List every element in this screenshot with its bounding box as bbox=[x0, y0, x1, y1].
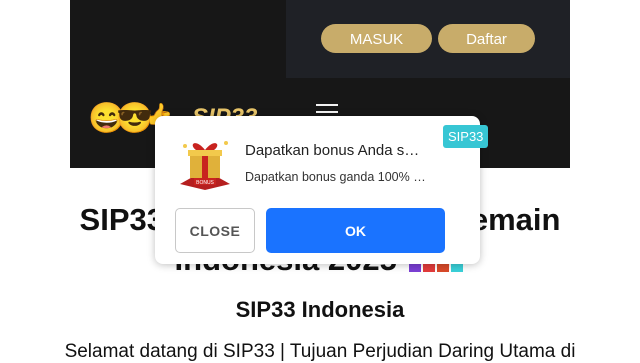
notification-body: Dapatkan bonus ganda 100% … bbox=[245, 170, 426, 184]
gift-box-icon: BONUS bbox=[180, 141, 230, 190]
gift-label: BONUS bbox=[196, 180, 214, 186]
notification-title: Dapatkan bonus Anda s… bbox=[245, 142, 420, 159]
register-button[interactable]: Daftar bbox=[438, 24, 535, 53]
login-button[interactable]: MASUK bbox=[321, 24, 432, 53]
brand-badge: SIP33 bbox=[443, 125, 489, 148]
ok-button[interactable]: OK bbox=[266, 208, 445, 253]
close-button[interactable]: CLOSE bbox=[175, 208, 255, 253]
section-heading: SIP33 Indonesia bbox=[235, 297, 405, 322]
push-notification-dialog: BONUS Dapatkan bonus Anda s… Dapatkan bo… bbox=[155, 116, 489, 264]
